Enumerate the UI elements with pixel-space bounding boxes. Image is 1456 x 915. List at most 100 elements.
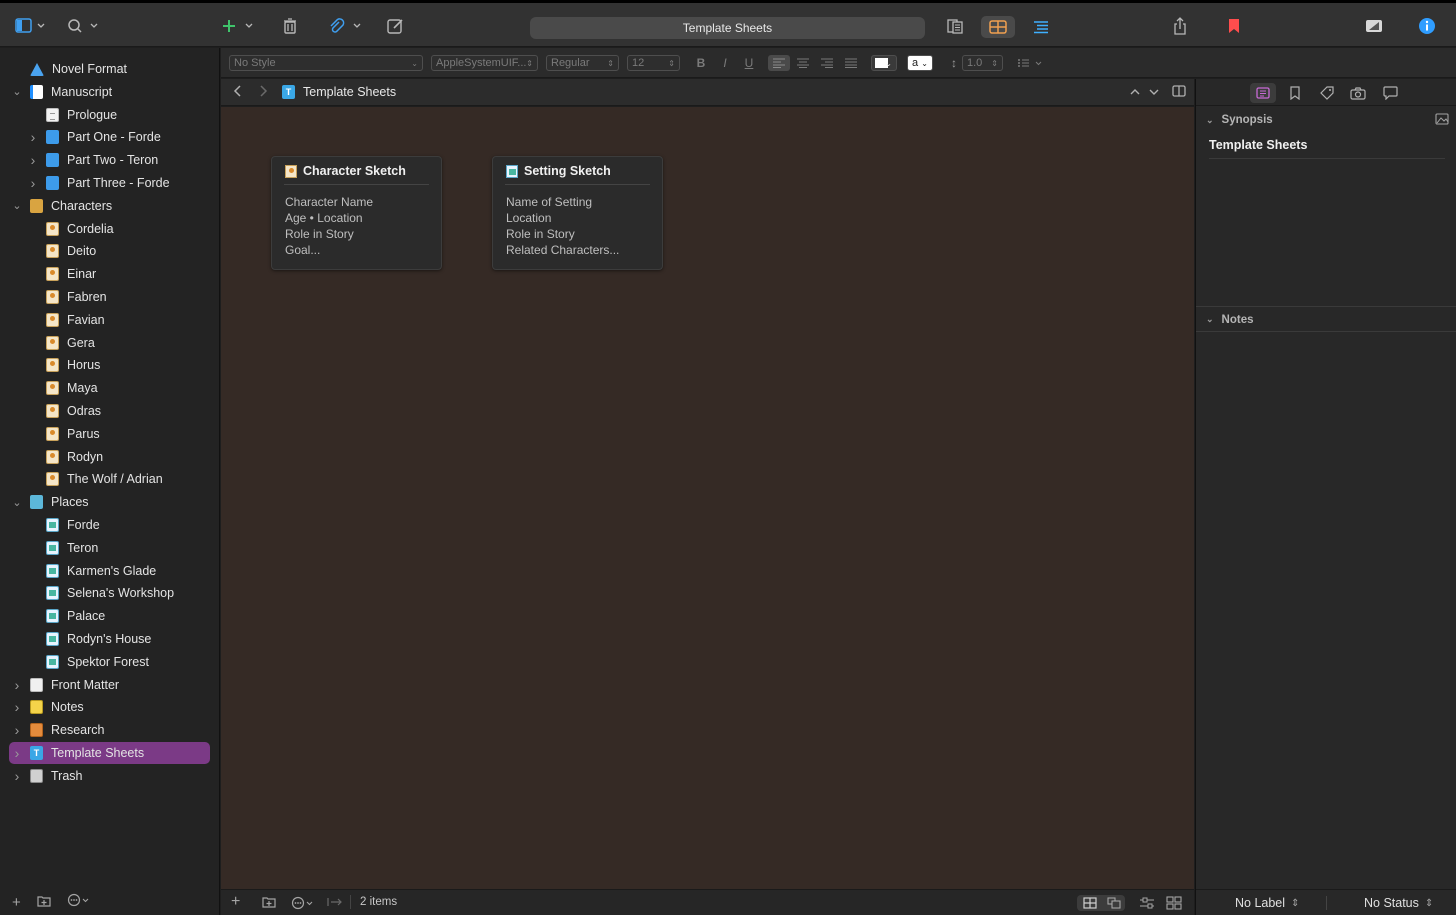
align-left-button[interactable]: [768, 55, 790, 71]
binder-item[interactable]: Selena's Workshop: [0, 582, 220, 604]
synopsis-image-icon[interactable]: [1435, 113, 1449, 128]
binder-item[interactable]: Odras: [0, 400, 220, 422]
binder-item[interactable]: Rodyn: [0, 446, 220, 468]
binder-item[interactable]: Horus: [0, 354, 220, 376]
binder-item[interactable]: › T Template Sheets: [0, 742, 220, 764]
weight-select[interactable]: Regular ⇕: [546, 55, 619, 71]
share-button[interactable]: [1170, 15, 1190, 37]
chevron-down-icon[interactable]: ⌄: [10, 85, 24, 98]
binder-item[interactable]: › Research: [0, 719, 220, 741]
label-select[interactable]: No Label ⇕: [1235, 896, 1299, 910]
more-actions-icon[interactable]: [291, 896, 317, 913]
binder-item[interactable]: Spektor Forest: [0, 651, 220, 673]
navigate-forward-button[interactable]: [258, 84, 268, 101]
binder-item[interactable]: Fabren: [0, 286, 220, 308]
chevron-down-icon[interactable]: ⌄: [10, 496, 24, 509]
binder-item[interactable]: Novel Format: [0, 58, 220, 80]
binder-item[interactable]: Einar: [0, 263, 220, 285]
bookmark-button[interactable]: [1224, 15, 1244, 37]
index-card[interactable]: Character Sketch Character Name Age • Lo…: [271, 156, 442, 270]
next-document-button[interactable]: [1148, 85, 1160, 100]
binder-item[interactable]: ⌄ Manuscript: [0, 81, 220, 103]
chevron-right-icon[interactable]: ›: [10, 699, 24, 715]
split-editor-button[interactable]: [1172, 85, 1186, 100]
highlight-color-well[interactable]: a ⌄: [907, 55, 933, 71]
binder-item[interactable]: Favian: [0, 309, 220, 331]
italic-button[interactable]: I: [717, 55, 733, 71]
list-style-button[interactable]: [1016, 55, 1046, 71]
underline-button[interactable]: U: [741, 55, 757, 71]
search-button[interactable]: [66, 15, 102, 37]
add-folder-icon[interactable]: [262, 896, 276, 911]
chevron-right-icon[interactable]: ›: [26, 175, 40, 191]
binder-item[interactable]: Deito: [0, 240, 220, 262]
navigate-back-button[interactable]: [233, 84, 243, 101]
binder-item[interactable]: › Trash: [0, 765, 220, 787]
chevron-right-icon[interactable]: ›: [26, 152, 40, 168]
binder-item[interactable]: Palace: [0, 605, 220, 627]
font-size-select[interactable]: 12 ⇕: [627, 55, 680, 71]
quick-reference-button[interactable]: [1362, 15, 1386, 37]
chevron-right-icon[interactable]: ›: [10, 677, 24, 693]
notes-section-header[interactable]: ⌄ Notes: [1196, 308, 1456, 332]
add-folder-icon[interactable]: [37, 894, 51, 911]
binder-item[interactable]: Teron: [0, 537, 220, 559]
chevron-right-icon[interactable]: ›: [10, 722, 24, 738]
outline-view-button[interactable]: [1024, 16, 1058, 38]
bold-button[interactable]: B: [693, 55, 709, 71]
binder-item[interactable]: Parus: [0, 423, 220, 445]
binder-item[interactable]: Forde: [0, 514, 220, 536]
previous-document-button[interactable]: [1129, 85, 1141, 100]
binder-item[interactable]: › Part One - Forde: [0, 126, 220, 148]
card-size-icon[interactable]: [1166, 896, 1182, 913]
synopsis-title[interactable]: Template Sheets: [1209, 138, 1445, 159]
binder-item[interactable]: ⌄ Characters: [0, 195, 220, 217]
binder-item[interactable]: › Notes: [0, 696, 220, 718]
tab-metadata[interactable]: [1314, 83, 1340, 103]
corkboard[interactable]: Character Sketch Character Name Age • Lo…: [221, 107, 1194, 889]
card-layout-icon[interactable]: [1139, 897, 1155, 912]
compose-button[interactable]: [386, 15, 406, 37]
more-actions-icon[interactable]: [67, 893, 93, 911]
binder-item[interactable]: › Front Matter: [0, 674, 220, 696]
binder-item[interactable]: Cordelia: [0, 218, 220, 240]
binder-item[interactable]: Gera: [0, 332, 220, 354]
chevron-right-icon[interactable]: ›: [26, 129, 40, 145]
grid-cards-icon[interactable]: [1083, 897, 1097, 912]
corkboard-view-button[interactable]: [981, 16, 1015, 38]
index-card[interactable]: Setting Sketch Name of Setting Location …: [492, 156, 663, 270]
text-color-well[interactable]: ⌄: [871, 55, 897, 71]
line-spacing-select[interactable]: 1.0 ⇕: [962, 55, 1003, 71]
binder-item[interactable]: Maya: [0, 377, 220, 399]
align-justify-button[interactable]: [842, 55, 860, 71]
align-center-button[interactable]: [794, 55, 812, 71]
binder-item[interactable]: Prologue: [0, 104, 220, 126]
tab-bookmarks[interactable]: [1282, 83, 1308, 103]
binder-item[interactable]: ⌄ Places: [0, 491, 220, 513]
status-select[interactable]: No Status ⇕: [1364, 896, 1433, 910]
binder-item[interactable]: Rodyn's House: [0, 628, 220, 650]
binder-item[interactable]: Karmen's Glade: [0, 560, 220, 582]
move-out-icon[interactable]: [327, 896, 343, 911]
binder-item[interactable]: › Part Three - Forde: [0, 172, 220, 194]
chevron-right-icon[interactable]: ›: [10, 768, 24, 784]
style-select[interactable]: No Style ⌄: [229, 55, 423, 71]
notes-text-area[interactable]: [1196, 333, 1456, 887]
synopsis-section-header[interactable]: ⌄ Synopsis: [1196, 108, 1456, 132]
chevron-down-icon[interactable]: ⌄: [10, 199, 24, 212]
delete-button[interactable]: [280, 15, 300, 37]
font-select[interactable]: AppleSystemUIF... ⇕: [431, 55, 538, 71]
align-right-button[interactable]: [818, 55, 836, 71]
binder-item[interactable]: The Wolf / Adrian: [0, 468, 220, 490]
inspector-toggle-button[interactable]: [1416, 15, 1438, 37]
attach-button[interactable]: [328, 15, 366, 37]
add-card-icon[interactable]: +: [231, 893, 240, 911]
add-document-button[interactable]: [220, 15, 258, 37]
chevron-right-icon[interactable]: ›: [10, 745, 24, 761]
freeform-cards-icon[interactable]: [1107, 897, 1121, 912]
tab-comments[interactable]: [1377, 83, 1403, 103]
tab-snapshots[interactable]: [1345, 83, 1371, 103]
tab-notes[interactable]: [1250, 83, 1276, 103]
binder-item[interactable]: › Part Two - Teron: [0, 149, 220, 171]
add-item-icon[interactable]: +: [12, 894, 21, 911]
